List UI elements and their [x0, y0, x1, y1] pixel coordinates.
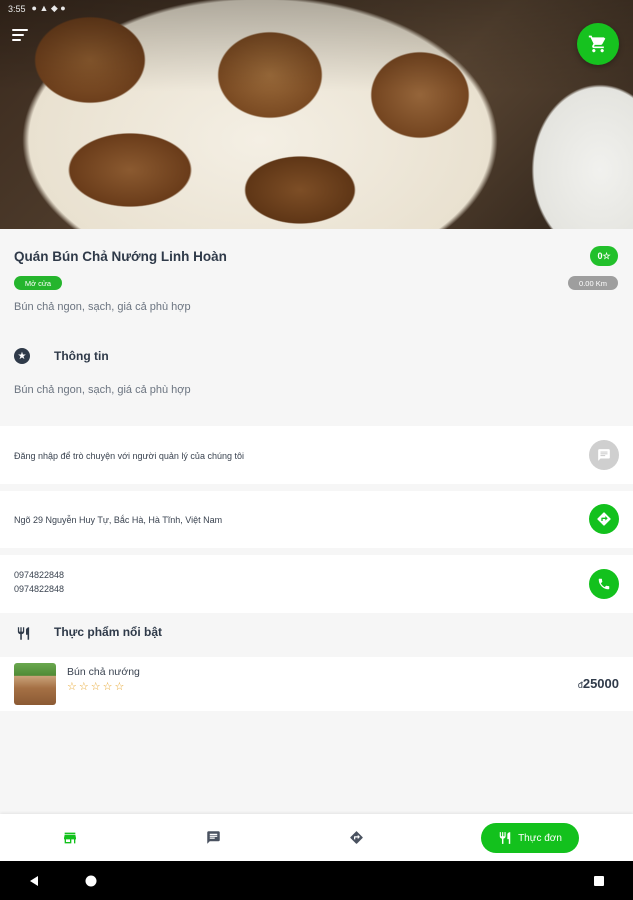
- phone-row[interactable]: 0974822848 0974822848: [0, 555, 633, 613]
- phone-number-1: 0974822848: [14, 570, 65, 580]
- system-navigation-bar: [0, 861, 633, 900]
- fork-knife-icon: [17, 627, 30, 640]
- restaurant-description: Bún chả ngon, sạch, giá cả phù hợp: [14, 301, 191, 313]
- featured-section-title: Thực phẩm nổi bật: [54, 625, 163, 639]
- featured-section-header: Thực phẩm nổi bật: [0, 613, 633, 656]
- cart-button[interactable]: [577, 23, 619, 65]
- rating-badge: 0☆: [590, 246, 618, 266]
- call-button[interactable]: [589, 569, 619, 599]
- nav-menu-button[interactable]: Thực đơn: [481, 823, 579, 853]
- hamburger-menu-icon[interactable]: [12, 29, 28, 43]
- chat-login-text: Đăng nhập để trò chuyện với người quản l…: [14, 451, 244, 461]
- nav-store[interactable]: [40, 814, 100, 861]
- nav-chat[interactable]: [183, 814, 243, 861]
- status-time: 3:55: [8, 3, 26, 14]
- food-rating-stars: ☆☆☆☆☆: [67, 681, 127, 693]
- directions-button[interactable]: [589, 504, 619, 534]
- distance-badge: 0.00 Km: [568, 276, 618, 290]
- chat-row[interactable]: Đăng nhập để trò chuyện với người quản l…: [0, 426, 633, 484]
- nav-menu-label: Thực đơn: [518, 832, 562, 844]
- recents-icon[interactable]: [593, 875, 605, 887]
- hero-overlay: [0, 0, 633, 229]
- open-status-badge: Mở cửa: [14, 276, 62, 290]
- restaurant-name: Quán Bún Chả Nướng Linh Hoàn: [14, 249, 227, 264]
- food-price: đ25000: [578, 676, 619, 691]
- food-name: Bún chả nướng: [67, 666, 140, 678]
- food-price-value: 25000: [582, 676, 619, 691]
- directions-icon: [597, 512, 611, 526]
- food-image: [14, 663, 56, 705]
- cart-icon: [588, 35, 606, 53]
- chat-icon: [206, 831, 220, 844]
- info-section-description: Bún chả ngon, sạch, giá cả phù hợp: [14, 384, 191, 396]
- restaurant-cover-image: 3:55 ● ▲ ◆ ●: [0, 0, 633, 229]
- notification-icons: ● ▲ ◆ ●: [31, 3, 66, 13]
- chat-button[interactable]: [589, 440, 619, 470]
- star-icon: ★: [14, 348, 30, 364]
- back-icon[interactable]: [28, 875, 40, 887]
- home-icon[interactable]: [85, 875, 97, 887]
- info-section-title: Thông tin: [54, 349, 109, 363]
- address-row[interactable]: Ngõ 29 Nguyễn Huy Tự, Bắc Hà, Hà Tĩnh, V…: [0, 491, 633, 548]
- store-icon: [64, 832, 76, 843]
- fork-knife-icon: [499, 832, 511, 844]
- bottom-navigation: Thực đơn: [0, 814, 633, 861]
- restaurant-info-card: Quán Bún Chả Nướng Linh Hoàn 0☆ Mở cửa 0…: [0, 229, 633, 421]
- status-bar: 3:55 ● ▲ ◆ ●: [8, 3, 66, 14]
- food-item[interactable]: Bún chả nướng ☆☆☆☆☆ đ25000: [0, 657, 633, 711]
- phone-icon: [598, 578, 610, 590]
- info-section-header: ★ Thông tin: [14, 348, 109, 364]
- chat-icon: [598, 449, 610, 461]
- nav-directions[interactable]: [326, 814, 386, 861]
- phone-number-2: 0974822848: [14, 584, 65, 594]
- directions-icon: [349, 831, 363, 844]
- address-text: Ngõ 29 Nguyễn Huy Tự, Bắc Hà, Hà Tĩnh, V…: [14, 515, 223, 525]
